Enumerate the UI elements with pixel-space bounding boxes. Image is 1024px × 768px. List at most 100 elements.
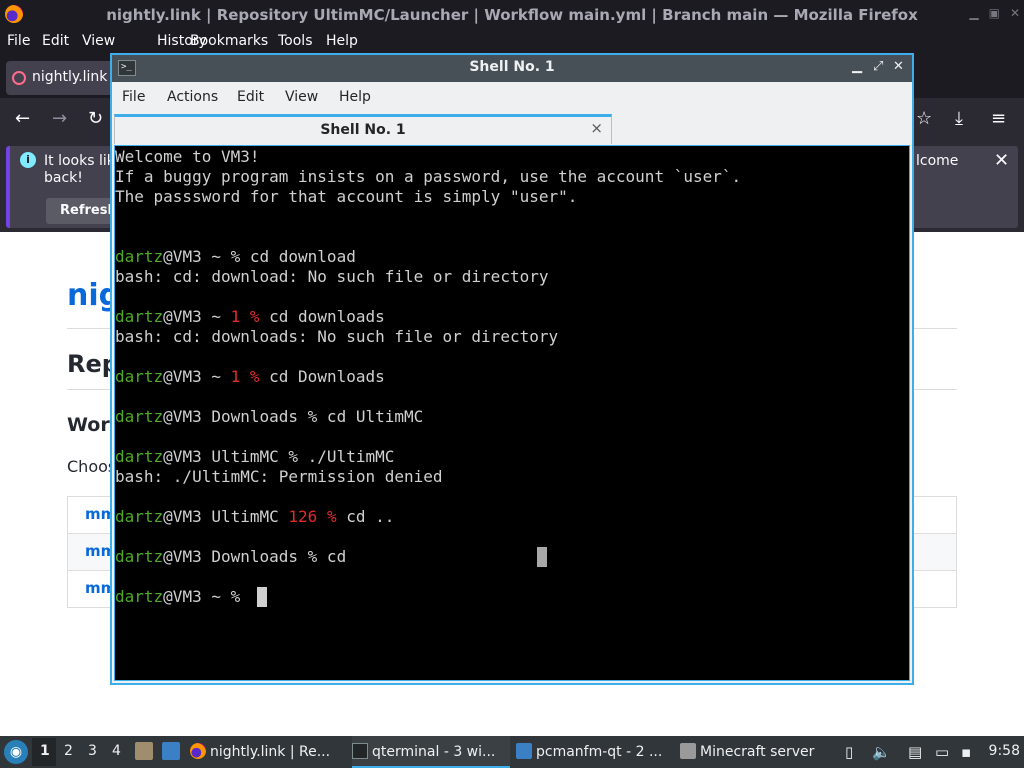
terminal-output[interactable]: Welcome to VM3! If a buggy program insist… [114,145,910,681]
menu-edit[interactable]: Edit [237,89,264,105]
menu-file[interactable]: File [7,33,30,49]
notification-icon[interactable]: ▪ [961,743,971,761]
prompt-user: dartz [115,447,164,466]
terminal-line: bash: cd: download: No such file or dire… [115,267,741,287]
terminal-text: Welcome to VM3! [115,147,260,166]
bookmark-star-icon[interactable]: ☆ [916,108,932,129]
info-icon: i [20,152,36,168]
maximize-icon[interactable]: ⤢ [873,59,883,74]
show-desktop-icon[interactable] [162,742,180,760]
task-pcmanfm[interactable]: pcmanfm-qt - 2 ... [516,736,674,768]
workspace-4[interactable]: 4 [112,743,121,759]
workspace-2[interactable]: 2 [64,743,73,759]
terminal-tabbar: Shell No. 1 × [112,112,912,145]
text-cursor [257,587,267,607]
task-label: nightly.link | Re... [210,744,331,760]
prompt-user: dartz [115,367,164,386]
task-minecraft-server[interactable]: Minecraft server [680,736,838,768]
tab-close-icon[interactable]: × [590,119,603,137]
workspace-3[interactable]: 3 [88,743,97,759]
menu-tools[interactable]: Tools [278,33,313,49]
taskbar: ◉ 1 2 3 4 nightly.link | Re... qterminal… [0,736,1024,768]
terminal-text: @VM3 UltimMC % ./UltimMC [163,447,395,466]
task-label: Minecraft server [700,744,815,760]
terminal-lines: Welcome to VM3! If a buggy program insist… [115,147,741,607]
terminal-line: dartz@VM3 UltimMC % ./UltimMC [115,447,741,467]
notification-text-line2: back! [44,170,83,186]
tab-label: Shell No. 1 [320,122,406,138]
terminal-line: dartz@VM3 UltimMC 126 % cd .. [115,507,741,527]
terminal-line: dartz@VM3 ~ 1 % cd Downloads [115,367,741,387]
clock[interactable]: 9:58 [989,743,1020,759]
minimize-icon[interactable]: ▁ [969,6,978,20]
menu-file[interactable]: File [122,89,145,105]
prompt-user: dartz [115,407,164,426]
firefox-window-buttons: ▁ ▣ ✕ [969,6,1020,20]
task-qterminal[interactable]: qterminal - 3 wi... [352,736,510,768]
notification-text-right: lcome [916,153,959,169]
terminal-line: Welcome to VM3! [115,147,741,167]
tab-shell-1[interactable]: Shell No. 1 × [114,114,612,144]
notification-text-line1: It looks lik [44,153,115,169]
menu-bookmarks[interactable]: Bookmarks [190,33,268,49]
terminal-line: bash: cd: downloads: No such file or dir… [115,327,741,347]
download-icon[interactable]: ⤓ [955,108,963,129]
hamburger-menu-icon[interactable]: ≡ [991,108,1006,129]
prompt-exit-code: 1 % [230,367,260,386]
close-icon[interactable]: ✕ [893,59,904,74]
terminal-text: cd .. [336,507,395,526]
menu-help[interactable]: Help [339,89,371,105]
menu-edit[interactable]: Edit [42,33,69,49]
terminal-text: @VM3 Downloads % cd [163,547,347,566]
terminal-text: The passsword for that account is simply… [115,187,578,206]
back-icon[interactable]: ← [15,108,30,129]
terminal-titlebar[interactable]: >_ Shell No. 1 ▁ ⤢ ✕ [112,55,912,82]
forward-icon[interactable]: → [52,108,67,129]
terminal-line: dartz@VM3 Downloads % cd UltimMC [115,407,741,427]
menu-view[interactable]: View [285,89,318,105]
terminal-icon [352,743,368,759]
maximize-icon[interactable]: ▣ [989,6,1000,20]
close-icon[interactable]: ✕ [1010,6,1020,20]
terminal-text: cd Downloads [259,367,385,386]
task-label: qterminal - 3 wi... [372,744,496,760]
minimize-icon[interactable]: ▁ [852,59,862,74]
workspace-1[interactable]: 1 [40,743,50,759]
network-icon[interactable]: ▭ [935,743,949,761]
battery-icon[interactable]: ▯ [845,743,853,761]
terminal-text: @VM3 ~ [163,367,231,386]
task-firefox[interactable]: nightly.link | Re... [190,736,348,768]
prompt-user: dartz [115,507,164,526]
terminal-text: bash: cd: download: No such file or dire… [115,267,549,286]
firefox-titlebar[interactable]: nightly.link | Repository UltimMC/Launch… [0,0,1024,30]
reload-icon[interactable]: ↻ [88,108,103,129]
prompt-exit-code: 126 % [288,507,337,526]
menu-actions[interactable]: Actions [167,89,218,105]
terminal-window-title: Shell No. 1 [469,59,555,75]
notification-close-icon[interactable]: ✕ [994,150,1009,171]
menu-view[interactable]: View [82,33,115,49]
nightly-link-favicon-icon [12,71,26,85]
prompt-user: dartz [115,247,164,266]
start-menu-icon[interactable]: ◉ [4,740,28,764]
terminal-line: The passsword for that account is simply… [115,187,741,207]
volume-icon[interactable]: 🔈 [872,743,891,761]
file-manager-icon[interactable] [135,742,153,760]
terminal-line: dartz@VM3 ~ 1 % cd downloads [115,307,741,327]
clipboard-icon[interactable]: ▤ [908,743,922,761]
minecraft-icon [680,743,696,759]
qterminal-window: >_ Shell No. 1 ▁ ⤢ ✕ File Actions Edit V… [110,53,914,685]
firefox-tab-label: nightly.link | [32,69,117,85]
menu-help[interactable]: Help [326,33,358,49]
prompt-user: dartz [115,547,164,566]
firefox-menubar: File Edit View History Bookmarks Tools H… [0,30,1024,53]
terminal-menubar: File Actions Edit View Help [112,82,912,112]
terminal-text: bash: cd: downloads: No such file or dir… [115,327,559,346]
ghost-cursor [537,547,547,567]
